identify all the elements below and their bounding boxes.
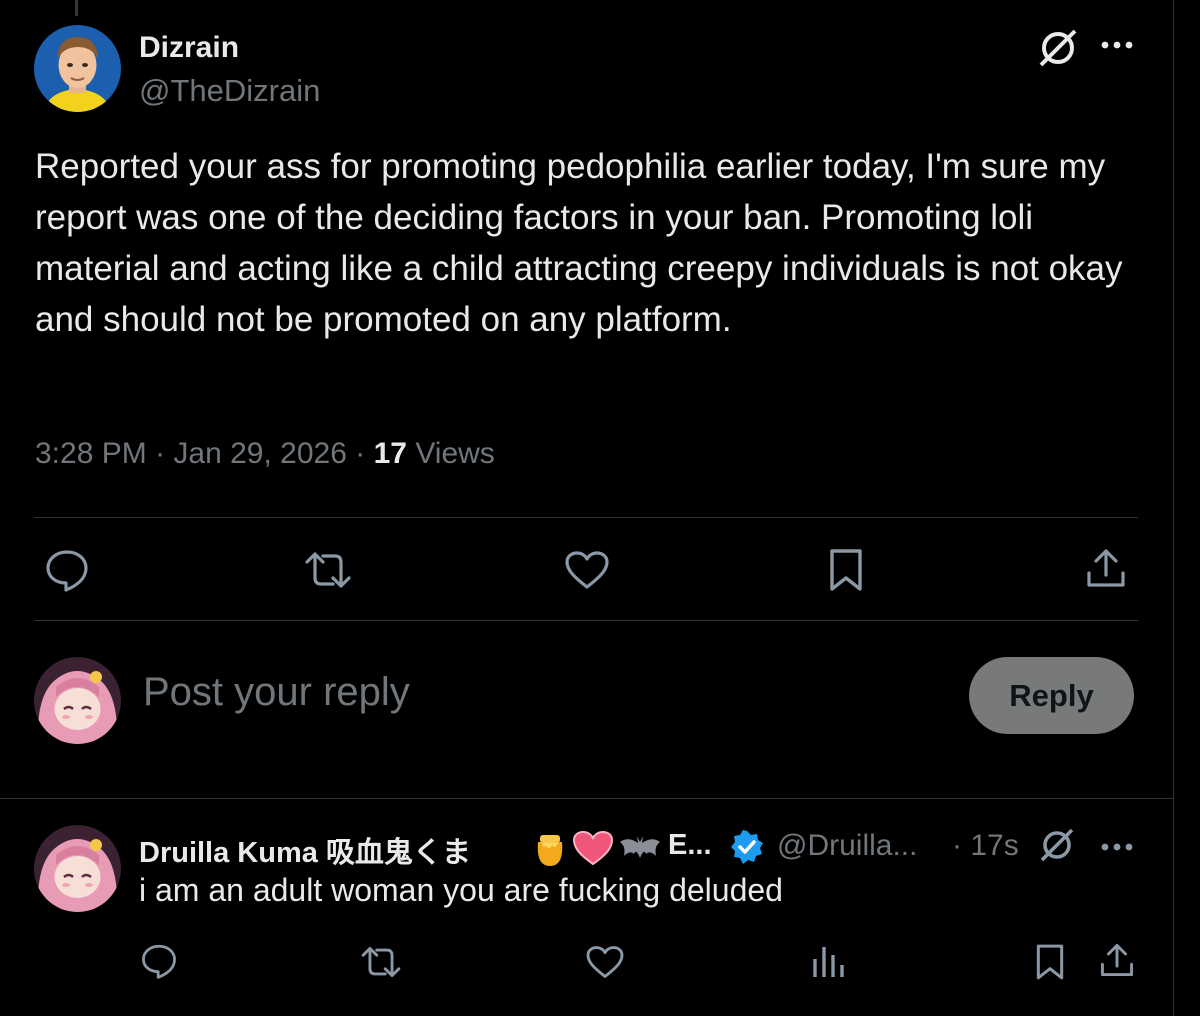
author-handle[interactable]: @TheDizrain: [139, 73, 320, 109]
retweet-icon[interactable]: [359, 945, 403, 979]
views-count: 17: [373, 437, 407, 470]
views-label: Views: [415, 437, 495, 470]
bookmark-icon[interactable]: [828, 548, 864, 592]
reply-input[interactable]: Post your reply: [143, 670, 410, 715]
reply-timestamp[interactable]: · 17s: [952, 829, 1019, 863]
author-name[interactable]: Dizrain: [139, 31, 239, 65]
divider: [34, 517, 1138, 518]
reply-author-handle[interactable]: @Druilla...: [777, 829, 917, 863]
grok-icon[interactable]: [1037, 826, 1077, 864]
reply-text: i am an adult woman you are fucking delu…: [139, 872, 783, 908]
meta-separator: ·: [155, 437, 166, 470]
retweet-icon[interactable]: [303, 550, 353, 590]
reply-name-suffix: E...: [668, 829, 712, 861]
tweet-time[interactable]: 3:28 PM: [35, 437, 147, 470]
analytics-icon[interactable]: [811, 943, 845, 979]
like-icon[interactable]: [564, 550, 610, 590]
more-icon[interactable]: [1100, 40, 1134, 50]
share-icon[interactable]: [1085, 547, 1127, 589]
reply-icon[interactable]: [44, 548, 90, 592]
reply-author-avatar[interactable]: [34, 825, 121, 912]
tweet-meta: 3:28 PM · Jan 29, 2026 · 17 Views: [35, 437, 495, 471]
divider: [0, 798, 1174, 799]
reply-icon[interactable]: [140, 943, 178, 979]
thread-line: [75, 0, 78, 16]
bat-icon: [618, 834, 662, 867]
grok-icon[interactable]: [1035, 27, 1081, 69]
author-avatar[interactable]: [34, 25, 121, 112]
tweet-text: Reported your ass for promoting pedophil…: [35, 147, 1123, 339]
honey-pot-icon: [532, 828, 568, 873]
more-icon[interactable]: [1100, 842, 1134, 852]
verified-badge-icon: [729, 829, 765, 865]
divider: [34, 620, 1138, 621]
tweet-date[interactable]: Jan 29, 2026: [173, 437, 346, 470]
reply-author-name[interactable]: Druilla Kuma 吸血鬼くま: [139, 829, 471, 871]
user-avatar[interactable]: [34, 657, 121, 744]
bookmark-icon[interactable]: [1035, 943, 1065, 981]
share-icon[interactable]: [1099, 942, 1135, 978]
like-icon[interactable]: [585, 945, 625, 979]
column-border: [1173, 0, 1174, 1016]
heart-icon: [572, 830, 614, 871]
meta-separator: ·: [355, 437, 366, 470]
reply-button[interactable]: Reply: [969, 657, 1134, 734]
